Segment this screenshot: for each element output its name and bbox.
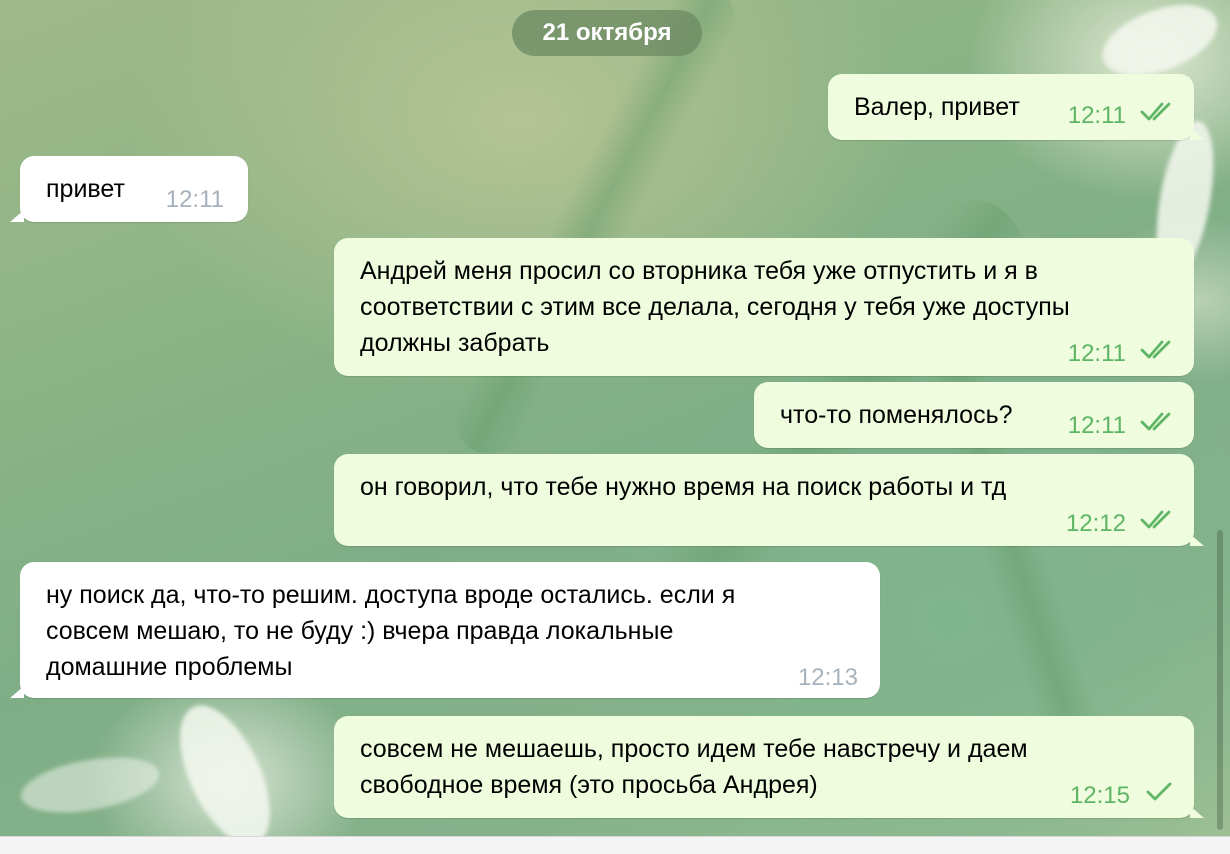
message-bubble-outgoing[interactable]: совсем не мешаешь, просто идем тебе навс… <box>334 716 1204 818</box>
background-grass-blade <box>442 0 748 466</box>
message-meta: 12:12 <box>1066 506 1178 542</box>
message-time: 12:12 <box>1065 510 1126 537</box>
message-time: 12:13 <box>797 664 858 691</box>
message-time: 12:15 <box>1069 782 1130 809</box>
bubble-tail <box>1190 534 1204 546</box>
background-flower-petal <box>16 748 164 822</box>
message-text: Андрей меня просил со вторника тебя уже … <box>360 257 1070 357</box>
message-bubble-outgoing[interactable]: он говорил, что тебе нужно время на поис… <box>334 454 1204 546</box>
date-separator-label: 21 октября <box>542 19 672 46</box>
bubble-tail <box>10 210 24 222</box>
composer-bar-edge <box>0 836 1230 854</box>
date-separator: 21 октября <box>512 10 702 56</box>
message-time: 12:11 <box>1067 412 1126 439</box>
message-time: 12:11 <box>1067 102 1126 129</box>
double-check-icon <box>1140 336 1178 372</box>
message-meta: 12:15 <box>1070 778 1174 814</box>
message-meta: 12:11 <box>166 182 224 218</box>
message-time: 12:11 <box>165 186 224 213</box>
message-text: ну поиск да, что-то решим. доступа вроде… <box>46 581 736 681</box>
message-bubble-incoming[interactable]: ну поиск да, что-то решим. доступа вроде… <box>10 562 880 698</box>
single-check-icon <box>1144 778 1174 814</box>
message-bubble-outgoing[interactable]: Андрей меня просил со вторника тебя уже … <box>334 238 1194 376</box>
message-meta: 12:11 <box>1068 98 1178 134</box>
message-bubble-incoming[interactable]: привет 12:11 <box>10 156 248 222</box>
double-check-icon <box>1140 98 1178 134</box>
message-text: что-то поменялось? <box>780 401 1013 429</box>
double-check-icon <box>1140 506 1178 542</box>
message-meta: 12:11 <box>1068 408 1178 444</box>
message-bubble-outgoing[interactable]: Валер, привет 12:11 <box>828 74 1204 140</box>
background-flower-petal <box>161 692 289 836</box>
message-text: совсем не мешаешь, просто идем тебе навс… <box>360 735 1028 799</box>
bubble-tail <box>1190 128 1204 140</box>
message-meta: 12:13 <box>798 660 858 696</box>
double-check-icon <box>1140 408 1178 444</box>
message-meta: 12:11 <box>1068 336 1178 372</box>
message-text: привет <box>46 175 125 203</box>
message-time: 12:11 <box>1067 340 1126 367</box>
message-bubble-outgoing[interactable]: что-то поменялось? 12:11 <box>754 382 1194 448</box>
message-text: Валер, привет <box>854 93 1020 121</box>
chat-scrollbar[interactable] <box>1216 0 1224 836</box>
bubble-tail <box>10 686 24 698</box>
message-text: он говорил, что тебе нужно время на поис… <box>360 473 1007 501</box>
scrollbar-thumb[interactable] <box>1217 530 1223 830</box>
bubble-tail <box>1190 806 1204 818</box>
